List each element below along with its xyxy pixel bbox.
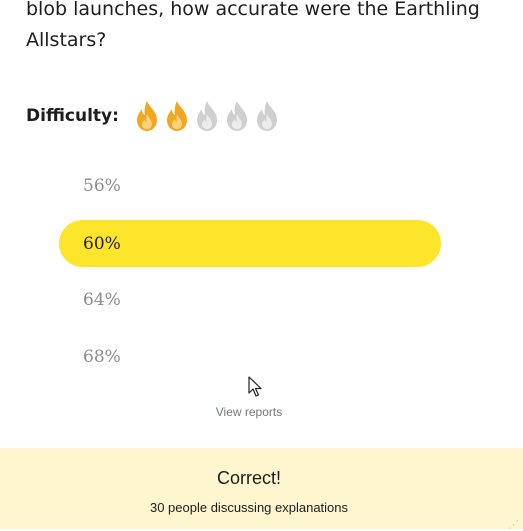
flame-icon: [163, 100, 191, 132]
flame-icon: [223, 100, 251, 132]
answer-option-label: 60%: [83, 233, 121, 254]
result-title: Correct!: [216, 468, 281, 488]
difficulty-rating: Difficulty:: [26, 99, 283, 133]
answer-option[interactable]: 64%: [59, 276, 441, 323]
answer-option-label: 68%: [83, 346, 121, 367]
flame-icon: [253, 100, 281, 132]
answer-option[interactable]: 56%: [59, 162, 441, 209]
flame-icon: [193, 100, 221, 132]
answer-option-label: 64%: [83, 289, 121, 310]
difficulty-label: Difficulty:: [26, 106, 119, 126]
answer-option[interactable]: 68%: [59, 333, 441, 380]
mouse-cursor-icon: [248, 376, 262, 398]
corner-glyph-icon: ⋰: [508, 519, 519, 531]
question-text: blob launches, how accurate were the Ear…: [26, 0, 480, 51]
result-banner: Correct! 30 people discussing explanatio…: [0, 448, 523, 531]
flame-icon: [133, 100, 161, 132]
discussion-link[interactable]: 30 people discussing explanations: [0, 500, 498, 515]
answer-option[interactable]: 60%: [59, 220, 441, 267]
answer-option-label: 56%: [83, 175, 121, 196]
view-reports-link[interactable]: View reports: [0, 405, 498, 419]
